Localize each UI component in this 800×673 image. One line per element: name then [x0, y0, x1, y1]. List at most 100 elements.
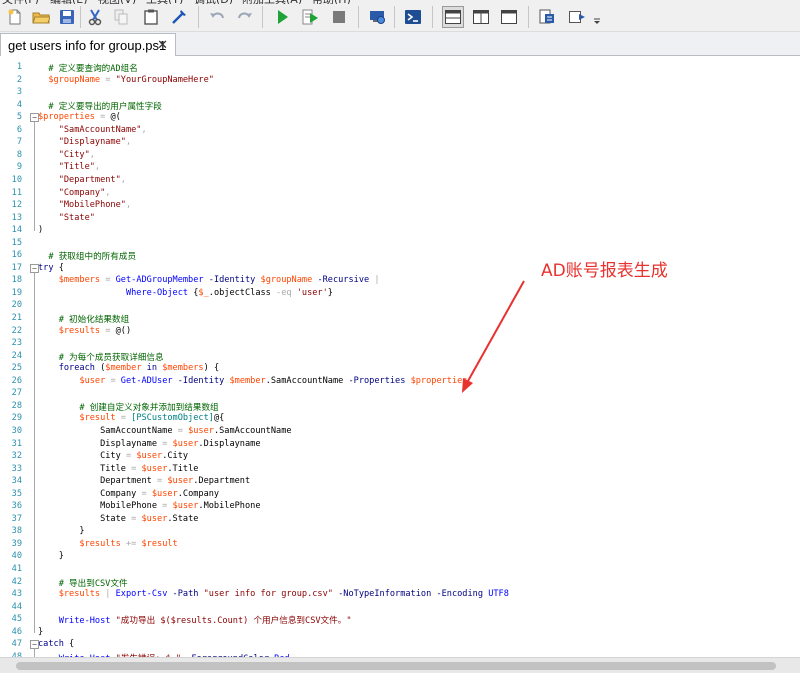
annotation-label: AD账号报表生成 — [541, 261, 668, 281]
code-line[interactable]: # 创建自定义对象并添加到结果数组 — [38, 401, 218, 413]
menu-item-5[interactable]: 附加工具(A) — [242, 0, 302, 4]
code-line[interactable]: Title = $user.Title — [38, 464, 198, 474]
line-number: 9 — [16, 162, 22, 173]
code-line[interactable]: $user = Get-ADUser -Identity $member.Sam… — [38, 376, 467, 386]
fold-toggle-icon[interactable]: − — [30, 640, 39, 650]
layout-top-icon[interactable] — [442, 6, 464, 28]
code-line[interactable]: "Company", — [38, 188, 111, 198]
line-number: 45 — [11, 614, 22, 625]
code-line[interactable]: $members = Get-ADGroupMember -Identity $… — [38, 275, 380, 285]
code-line[interactable]: City = $user.City — [38, 451, 188, 461]
scrollbar-thumb[interactable] — [16, 662, 776, 670]
clear-console-icon[interactable] — [168, 6, 190, 28]
code-line[interactable]: "Displayname", — [38, 137, 131, 147]
line-number: 29 — [11, 413, 22, 424]
remote-powershell-icon[interactable] — [366, 6, 388, 28]
code-line[interactable]: } — [38, 551, 64, 561]
line-number: 33 — [11, 463, 22, 474]
code-line[interactable]: "Department", — [38, 175, 126, 185]
tab-title: get users info for group.ps1 — [8, 37, 167, 53]
line-number: 46 — [11, 626, 22, 637]
code-line[interactable]: } — [38, 627, 43, 637]
cut-icon[interactable] — [84, 6, 106, 28]
code-line[interactable]: foreach ($member in $members) { — [38, 363, 219, 373]
menu-item-2[interactable]: 视图(V) — [98, 0, 136, 4]
line-number: 41 — [11, 564, 22, 574]
code-line[interactable]: $results = @() — [38, 326, 131, 336]
line-number: 19 — [11, 287, 22, 298]
menu-item-3[interactable]: 工具(T) — [146, 0, 183, 4]
show-commands-icon[interactable] — [536, 6, 558, 28]
undo-icon[interactable] — [206, 6, 228, 28]
code-line[interactable]: ) — [38, 225, 43, 235]
line-number: 44 — [11, 601, 22, 612]
menu-item-4[interactable]: 调试(D) — [194, 0, 233, 4]
save-icon[interactable] — [56, 6, 78, 28]
line-number: 10 — [11, 174, 22, 185]
horizontal-scrollbar[interactable] — [0, 657, 800, 673]
code-line[interactable]: $results += $result — [38, 539, 177, 549]
new-file-icon[interactable] — [4, 6, 26, 28]
open-folder-icon[interactable] — [30, 6, 52, 28]
code-line[interactable]: try { — [38, 263, 64, 273]
code-line[interactable]: Displayname = $user.Displayname — [38, 439, 260, 449]
line-number: 11 — [11, 187, 22, 198]
line-number: 31 — [11, 438, 22, 449]
code-line[interactable]: "State" — [38, 213, 95, 223]
copy-icon[interactable] — [110, 6, 132, 28]
run-selection-icon[interactable] — [299, 6, 321, 28]
layout-right-icon[interactable] — [470, 6, 492, 28]
tab-script-file[interactable]: get users info for group.ps1 ✕ — [0, 33, 176, 56]
menu-item-0[interactable]: 文件(F) — [2, 0, 39, 4]
layout-maximize-icon[interactable] — [498, 6, 520, 28]
powershell-console-icon[interactable] — [402, 6, 424, 28]
code-line[interactable]: $groupName = "YourGroupNameHere" — [38, 75, 214, 85]
code-line[interactable]: SamAccountName = $user.SamAccountName — [38, 426, 291, 436]
code-line[interactable]: # 定义要查询的AD组名 — [38, 62, 137, 74]
code-line[interactable]: $results | Export-Csv -Path "user info f… — [38, 589, 509, 599]
tab-strip: get users info for group.ps1 ✕ — [0, 32, 800, 56]
menu-item-6[interactable]: 帮助(H) — [312, 0, 351, 4]
line-number: 28 — [11, 400, 22, 411]
redo-icon[interactable] — [234, 6, 256, 28]
code-line[interactable]: $result = [PSCustomObject]@{ — [38, 413, 224, 423]
line-number: 6 — [16, 124, 22, 135]
code-line[interactable]: } — [38, 526, 84, 536]
stop-icon[interactable] — [328, 6, 350, 28]
fold-toggle-icon[interactable]: − — [30, 263, 39, 273]
fold-guide — [34, 272, 35, 633]
script-editor[interactable]: 1 # 定义要查询的AD组名 2 $groupName = "YourGroupN… — [0, 57, 800, 657]
code-line[interactable]: Write-Host "成功导出 $($results.Count) 个用户信息… — [38, 614, 352, 626]
line-number: 20 — [11, 300, 22, 311]
code-line[interactable]: State = $user.State — [38, 514, 198, 524]
tab-close-icon[interactable]: ✕ — [157, 38, 168, 52]
fold-toggle-icon[interactable]: − — [30, 113, 39, 123]
toolbar-overflow-icon[interactable] — [590, 6, 604, 28]
code-line[interactable]: # 定义要导出的用户属性字段 — [38, 100, 161, 112]
code-line[interactable]: "City", — [38, 150, 95, 160]
line-number: 15 — [11, 237, 22, 248]
code-line[interactable]: # 获取组中的所有成员 — [38, 250, 136, 262]
line-number: 27 — [11, 388, 22, 399]
run-script-icon[interactable] — [271, 6, 293, 28]
code-line[interactable]: Where-Object {$_.objectClass -eq 'user'} — [38, 288, 333, 298]
menu-item-1[interactable]: 编辑(E) — [50, 0, 88, 4]
code-line[interactable]: MobilePhone = $user.MobilePhone — [38, 501, 260, 511]
code-line[interactable]: "SamAccountName", — [38, 125, 147, 135]
line-number: 25 — [11, 363, 22, 374]
paste-icon[interactable] — [140, 6, 162, 28]
line-number: 32 — [11, 451, 22, 462]
code-line[interactable]: Company = $user.Company — [38, 489, 219, 499]
code-line[interactable]: # 为每个成员获取详细信息 — [38, 351, 164, 363]
code-line[interactable]: # 导出到CSV文件 — [38, 577, 128, 589]
line-number: 14 — [11, 225, 22, 236]
code-line[interactable]: Department = $user.Department — [38, 476, 250, 486]
code-line[interactable]: catch { — [38, 639, 74, 649]
show-addon-icon[interactable] — [566, 6, 588, 28]
line-number: 5 — [16, 112, 22, 123]
line-number: 40 — [11, 551, 22, 562]
code-line[interactable]: "Title", — [38, 162, 100, 172]
code-line[interactable]: $properties = @( — [38, 112, 121, 122]
code-line[interactable]: # 初始化结果数组 — [38, 313, 130, 325]
code-line[interactable]: "MobilePhone", — [38, 200, 131, 210]
